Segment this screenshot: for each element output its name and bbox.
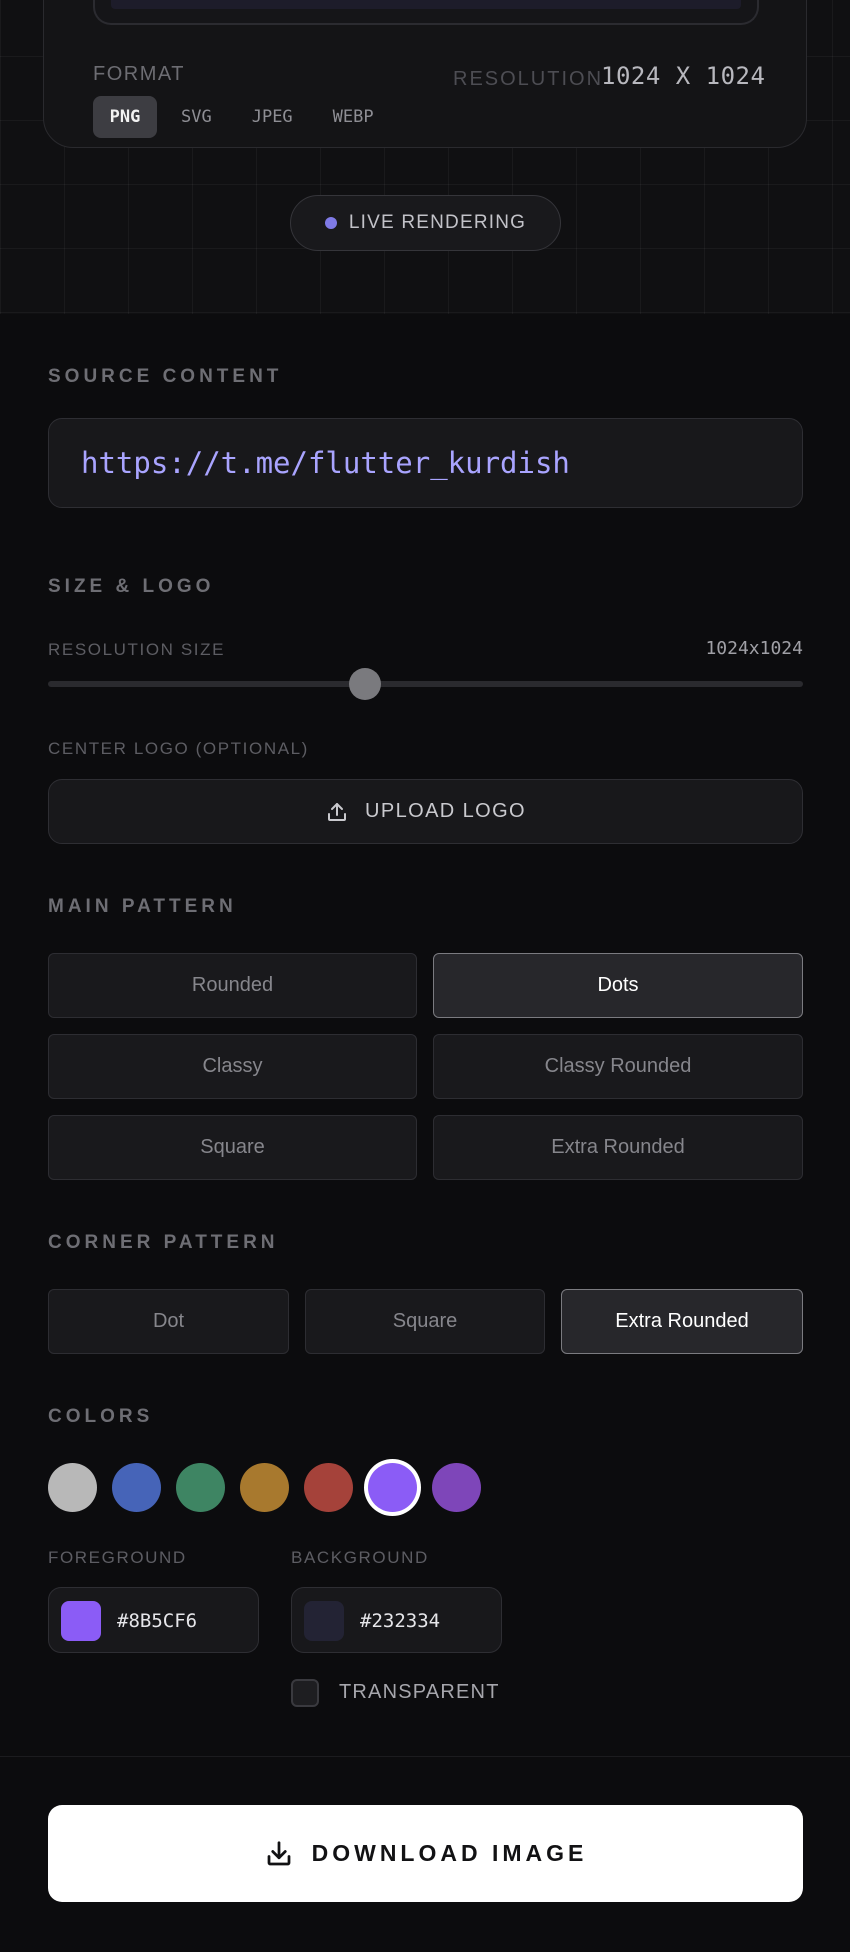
corner-pattern-title: CORNER PATTERN <box>48 1232 279 1253</box>
source-input[interactable]: https://t.me/flutter_kurdish <box>48 418 803 508</box>
resolution-size-value: 1024x1024 <box>705 638 803 659</box>
resolution-slider-track[interactable] <box>48 681 803 687</box>
transparent-label: TRANSPARENT <box>339 1681 500 1703</box>
source-input-value: https://t.me/flutter_kurdish <box>81 446 570 480</box>
format-png-button[interactable]: PNG <box>93 96 157 138</box>
corner-pattern-extra-rounded[interactable]: Extra Rounded <box>561 1289 803 1354</box>
upload-logo-label: UPLOAD LOGO <box>365 800 526 822</box>
download-image-button[interactable]: DOWNLOAD IMAGE <box>48 1805 803 1902</box>
preview-card: FORMAT PNG SVG JPEG WEBP RESOLUTION 1024… <box>43 0 807 148</box>
background-color-value: #232334 <box>360 1610 441 1632</box>
upload-logo-button[interactable]: UPLOAD LOGO <box>48 779 803 844</box>
color-swatch-red[interactable] <box>304 1463 353 1512</box>
resolution-label: RESOLUTION <box>453 68 604 90</box>
download-icon <box>264 1839 294 1869</box>
main-pattern-classy[interactable]: Classy <box>48 1034 417 1099</box>
color-swatch-purple[interactable] <box>432 1463 481 1512</box>
format-label: FORMAT <box>93 63 185 85</box>
size-logo-title: SIZE & LOGO <box>48 576 215 597</box>
main-pattern-dots[interactable]: Dots <box>433 953 803 1018</box>
format-svg-button[interactable]: SVG <box>165 96 228 138</box>
main-pattern-extra-rounded[interactable]: Extra Rounded <box>433 1115 803 1180</box>
color-swatch-blue[interactable] <box>112 1463 161 1512</box>
download-image-label: DOWNLOAD IMAGE <box>311 1840 588 1866</box>
live-rendering-label: LIVE RENDERING <box>348 212 527 233</box>
transparent-checkbox[interactable] <box>291 1679 319 1707</box>
main-pattern-title: MAIN PATTERN <box>48 896 237 917</box>
main-pattern-classy-rounded[interactable]: Classy Rounded <box>433 1034 803 1099</box>
background-color-chip[interactable] <box>304 1601 344 1641</box>
foreground-color-chip[interactable] <box>61 1601 101 1641</box>
background-label: BACKGROUND <box>291 1548 429 1567</box>
format-jpeg-button[interactable]: JPEG <box>236 96 309 138</box>
upload-icon <box>325 800 349 824</box>
main-pattern-square[interactable]: Square <box>48 1115 417 1180</box>
live-rendering-badge: LIVE RENDERING <box>290 195 561 251</box>
color-swatch-gray[interactable] <box>48 1463 97 1512</box>
format-webp-button[interactable]: WEBP <box>317 96 390 138</box>
live-indicator-dot <box>324 217 337 229</box>
resolution-size-label: RESOLUTION SIZE <box>48 640 226 659</box>
qr-preview <box>111 0 741 9</box>
resolution-value: 1024 X 1024 <box>601 62 766 90</box>
resolution-slider-thumb[interactable] <box>349 668 381 700</box>
color-swatch-violet[interactable] <box>368 1463 417 1512</box>
main-pattern-rounded[interactable]: Rounded <box>48 953 417 1018</box>
colors-title: COLORS <box>48 1406 154 1427</box>
color-swatch-amber[interactable] <box>240 1463 289 1512</box>
color-swatch-green[interactable] <box>176 1463 225 1512</box>
divider <box>0 1756 850 1757</box>
background-color-field[interactable]: #232334 <box>291 1587 502 1653</box>
format-selector: PNG SVG JPEG WEBP <box>93 96 398 138</box>
corner-pattern-square[interactable]: Square <box>305 1289 545 1354</box>
foreground-label: FOREGROUND <box>48 1548 187 1567</box>
qr-preview-frame <box>93 0 759 25</box>
source-content-title: SOURCE CONTENT <box>48 366 283 387</box>
center-logo-label: CENTER LOGO (OPTIONAL) <box>48 739 309 758</box>
preview-area: FORMAT PNG SVG JPEG WEBP RESOLUTION 1024… <box>0 0 850 314</box>
corner-pattern-dot[interactable]: Dot <box>48 1289 289 1354</box>
foreground-color-field[interactable]: #8B5CF6 <box>48 1587 259 1653</box>
foreground-color-value: #8B5CF6 <box>117 1610 198 1632</box>
